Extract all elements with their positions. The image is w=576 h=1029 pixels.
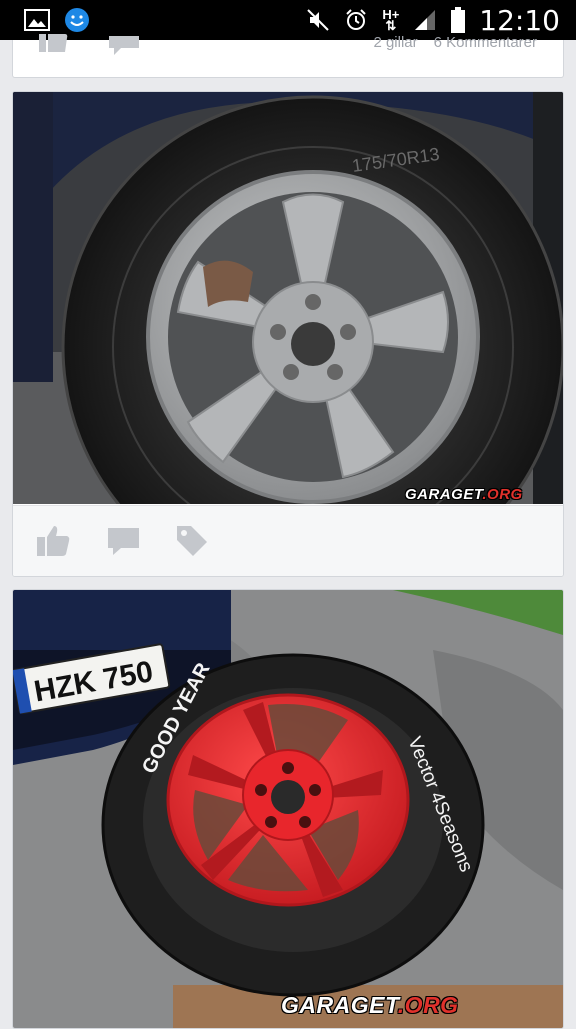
like-icon[interactable] (39, 34, 69, 54)
gallery-icon (24, 9, 50, 31)
post-1-actions (13, 505, 563, 576)
watermark-1: GARAGET.ORG (405, 486, 523, 503)
photo-post-2: HZK 750 GOOD YEAR Vector 4Seasons GARAGE… (12, 589, 564, 1029)
smiley-notification-icon (65, 8, 89, 32)
like-icon[interactable] (37, 524, 71, 558)
clock: 12:10 (479, 3, 560, 37)
watermark-2: GARAGET.ORG (281, 992, 459, 1018)
previous-post-footer: 2 gillar 6 Kommentarer (12, 34, 564, 78)
red-wheel-photo[interactable]: HZK 750 GOOD YEAR Vector 4Seasons (13, 590, 563, 1029)
signal-icon (415, 10, 436, 30)
likes-count[interactable]: 2 gillar (373, 34, 417, 51)
comment-icon[interactable] (107, 524, 141, 558)
battery-icon (451, 7, 466, 33)
comments-count[interactable]: 6 Kommentarer (434, 34, 537, 51)
mute-icon (307, 9, 330, 31)
silver-wheel-photo[interactable]: 175/70R13 (13, 92, 563, 504)
comment-icon[interactable] (109, 36, 139, 56)
tag-icon[interactable] (175, 524, 209, 558)
alarm-icon (346, 9, 367, 30)
network-type: H+ ⇅ (382, 7, 400, 33)
photo-post-1: 175/70R13 GARAGET.ORG (12, 91, 564, 577)
